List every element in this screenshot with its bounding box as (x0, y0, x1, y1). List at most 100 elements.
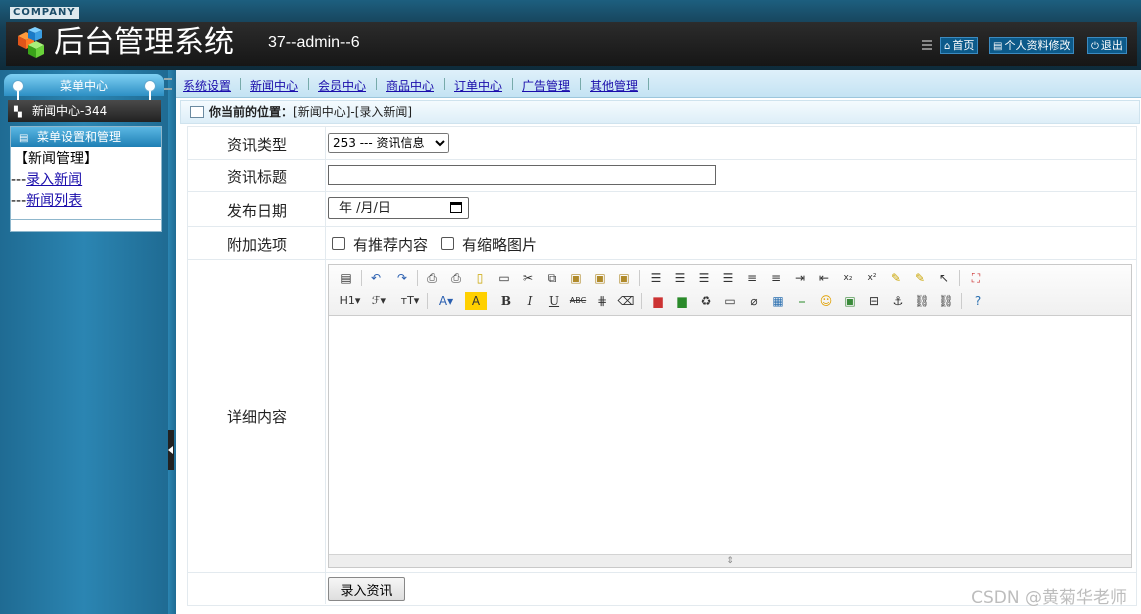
strikethrough-icon[interactable]: ABC (569, 292, 587, 310)
column-separator (325, 160, 326, 191)
logout-button[interactable]: ⏻ 退出 (1087, 37, 1127, 54)
heading-icon[interactable]: H1▾ (337, 292, 363, 310)
menu-group-title: 【新闻管理】 (14, 151, 98, 167)
nav-separator (580, 78, 581, 90)
nav-system-settings[interactable]: 系统设置 (183, 77, 231, 94)
preview-icon[interactable]: ⎙ (423, 269, 441, 287)
column-separator (325, 573, 326, 604)
link-icon[interactable]: ⛓ (913, 292, 931, 310)
profile-icon: ▤ (993, 41, 1003, 52)
date-placeholder: 年 /月/日 (339, 201, 391, 216)
menu-panel-divider (11, 219, 161, 220)
nav-product-center[interactable]: 商品中心 (386, 77, 434, 94)
current-module[interactable]: ▚ 新闻中心-344 (8, 100, 161, 122)
row-options: 附加选项 (188, 227, 1136, 260)
italic-icon[interactable]: I (521, 292, 539, 310)
template-icon[interactable]: ▯ (471, 269, 489, 287)
calendar-icon[interactable] (450, 202, 462, 213)
help-icon[interactable]: ? (969, 292, 987, 310)
watermark: CSDN @黄菊华老师 (971, 588, 1127, 608)
nav-ad-management[interactable]: 广告管理 (522, 77, 570, 94)
list-icon: ▤ (19, 133, 29, 144)
thumbnail-label: 有缩略图片 (462, 236, 538, 254)
home-button[interactable]: ⌂ 首页 (940, 37, 979, 54)
breadcrumb-text: 你当前的位置：[新闻中心]-[录入新闻] (209, 101, 412, 123)
flash-icon[interactable]: ♻ (697, 292, 715, 310)
font-family-icon[interactable]: ℱ▾ (367, 292, 391, 310)
content-label: 详细内容 (226, 408, 287, 426)
cut-icon[interactable]: ✂ (519, 269, 537, 287)
unlink-icon[interactable]: ⛓ (937, 292, 955, 310)
clear-format-icon[interactable]: ✎ (887, 269, 905, 287)
column-separator (325, 192, 326, 226)
page-break-icon[interactable]: ⊟ (865, 292, 883, 310)
align-left-icon[interactable]: ☰ (647, 269, 665, 287)
emoticon-icon[interactable]: ☺ (817, 292, 835, 310)
select-all-icon[interactable]: ✎ (911, 269, 929, 287)
news-list-link[interactable]: 新闻列表 (26, 193, 82, 209)
menu-item-news-list: ---新闻列表 (11, 191, 161, 212)
paste-word-icon[interactable]: ▣ (615, 269, 633, 287)
multi-image-icon[interactable]: ▆ (673, 292, 691, 310)
table-icon[interactable]: ▦ (769, 292, 787, 310)
bold-icon[interactable]: B (497, 292, 515, 310)
indent-icon[interactable]: ⇥ (791, 269, 809, 287)
eraser-icon[interactable]: ⌫ (617, 292, 635, 310)
menu-center-header: 菜单中心 (4, 74, 164, 103)
print-icon[interactable]: ⎙ (447, 269, 465, 287)
paste-text-icon[interactable]: ▣ (591, 269, 609, 287)
nav-order-center[interactable]: 订单中心 (454, 77, 502, 94)
collapse-sidebar-handle[interactable] (168, 430, 174, 470)
horizontal-rule-icon[interactable]: ⎯ (793, 292, 811, 310)
nav-separator (308, 78, 309, 90)
redo-icon[interactable]: ↷ (393, 269, 411, 287)
undo-icon[interactable]: ↶ (367, 269, 385, 287)
recommend-checkbox[interactable] (332, 237, 345, 250)
nav-other-management[interactable]: 其他管理 (590, 77, 638, 94)
align-center-icon[interactable]: ☰ (671, 269, 689, 287)
toolbar-separator (961, 293, 962, 309)
news-title-input[interactable] (328, 165, 716, 185)
map-icon[interactable]: ▣ (841, 292, 859, 310)
thumbnail-checkbox[interactable] (441, 237, 454, 250)
justify-icon[interactable]: ☰ (719, 269, 737, 287)
source-icon[interactable]: ▤ (337, 269, 355, 287)
home-label: 首页 (952, 39, 975, 52)
profile-edit-button[interactable]: ▤ 个人资料修改 (989, 37, 1075, 54)
pin-icon (12, 80, 24, 103)
highlight-icon[interactable]: A (465, 292, 487, 310)
font-size-icon[interactable]: тT▾ (397, 292, 423, 310)
outdent-icon[interactable]: ⇤ (815, 269, 833, 287)
grip-icon (922, 40, 932, 50)
news-type-select[interactable]: 253 --- 资讯信息 (328, 133, 449, 153)
image-icon[interactable]: ▆ (649, 292, 667, 310)
media-icon[interactable]: ▭ (721, 292, 739, 310)
unordered-list-icon[interactable]: ≡ (767, 269, 785, 287)
menu-panel-header: ▤ 菜单设置和管理 (11, 127, 161, 147)
menu-panel-title: 菜单设置和管理 (37, 130, 122, 144)
submit-news-button[interactable]: 录入资讯 (328, 577, 405, 601)
align-right-icon[interactable]: ☰ (695, 269, 713, 287)
editor-content-area[interactable] (329, 316, 1131, 555)
ordered-list-icon[interactable]: ≡ (743, 269, 761, 287)
code-icon[interactable]: ▭ (495, 269, 513, 287)
nav-member-center[interactable]: 会员中心 (318, 77, 366, 94)
paste-icon[interactable]: ▣ (567, 269, 585, 287)
select-icon[interactable]: ↖ (935, 269, 953, 287)
copy-icon[interactable]: ⧉ (543, 269, 561, 287)
publish-date-input[interactable]: 年 /月/日 (328, 197, 469, 219)
anchor-icon[interactable]: ⚓ (889, 292, 907, 310)
nav-news-center[interactable]: 新闻中心 (250, 77, 298, 94)
breadcrumb-path: [新闻中心]-[录入新闻] (293, 105, 413, 119)
subscript-icon[interactable]: x₂ (839, 269, 857, 287)
line-height-icon[interactable]: ⋕ (593, 292, 611, 310)
attachment-icon[interactable]: ⌀ (745, 292, 763, 310)
toolbar-separator (641, 293, 642, 309)
add-news-link[interactable]: 录入新闻 (26, 172, 82, 188)
underline-icon[interactable]: U (545, 292, 563, 310)
nav-separator (240, 78, 241, 90)
fullscreen-icon[interactable]: ⛶ (967, 269, 985, 287)
superscript-icon[interactable]: x² (863, 269, 881, 287)
editor-resize-handle[interactable]: ⇕ (329, 554, 1131, 567)
font-color-icon[interactable]: A▾ (435, 292, 457, 310)
